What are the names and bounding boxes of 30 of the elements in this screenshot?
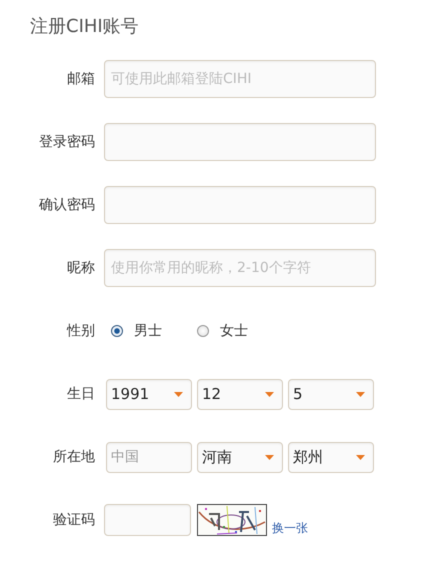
day-select[interactable]: 5 [288,378,374,410]
radio-button[interactable] [111,325,123,337]
caret-icon [265,454,274,460]
field-label: 所在地 [53,449,95,465]
confirm-password-field[interactable] [104,186,376,224]
email-field[interactable]: 可使用此邮箱登陆CIHI [104,60,376,98]
caret-icon [174,392,183,396]
radio-label: 女士 [220,322,248,340]
field-label: 登录密码 [39,134,95,150]
field-label: 生日 [67,386,95,402]
refresh-link[interactable]: 换一张 [272,520,308,537]
captcha-field[interactable] [104,504,191,536]
caret-icon [265,392,274,396]
field-label: 确认密码 [39,197,95,213]
radio-button[interactable] [197,325,209,337]
caret-icon [356,454,365,460]
field-label: 邮箱 [67,71,95,87]
caret-icon [356,392,365,396]
password-field[interactable] [104,123,376,161]
country-field[interactable]: 中国 [106,442,192,472]
month-select[interactable]: 12 [197,378,283,410]
year-select[interactable]: 1991 [106,378,192,410]
field-label: 性别 [67,323,95,339]
nickname-field[interactable]: 使用你常用的昵称，2-10个字符 [104,249,376,287]
province-select[interactable]: 河南 [197,442,283,472]
field-label: 验证码 [53,512,95,528]
page-title: 注册CIHI账号 [30,15,140,39]
city-select[interactable]: 郑州 [288,442,374,472]
field-label: 昵称 [67,260,95,276]
radio-label: 男士 [134,322,162,340]
